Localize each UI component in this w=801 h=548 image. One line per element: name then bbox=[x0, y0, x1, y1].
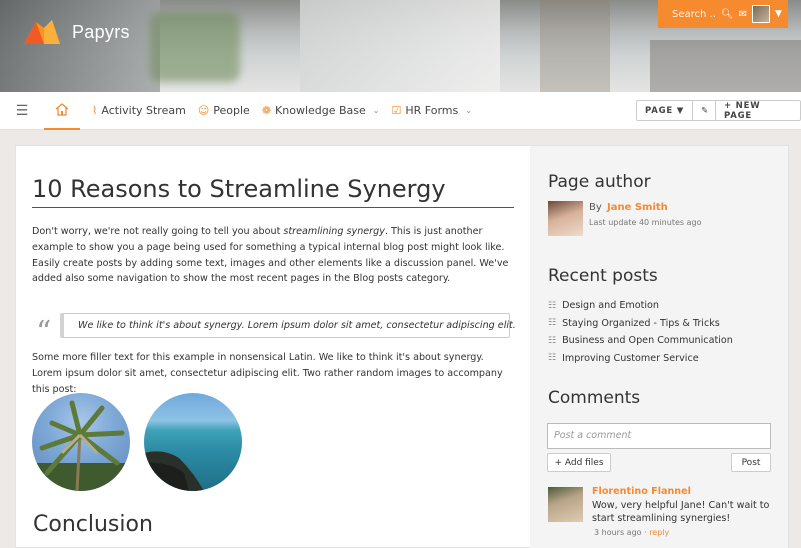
recent-post-item[interactable]: ☷ Design and Emotion bbox=[548, 297, 733, 315]
search-input[interactable]: Search .. bbox=[672, 9, 716, 20]
chevron-down-icon: ⌄ bbox=[465, 106, 472, 115]
nav-item-people[interactable]: ☺ People bbox=[198, 92, 250, 130]
brain-icon: ❁ bbox=[261, 104, 272, 117]
conclusion-heading: Conclusion bbox=[33, 512, 153, 537]
nav-item-hr-forms[interactable]: ☑ HR Forms ⌄ bbox=[392, 92, 472, 130]
user-toolbar: Search .. 🔍︎ ✉ ▼ bbox=[658, 0, 788, 28]
commenter-name[interactable]: Florentino Flannel bbox=[592, 486, 691, 497]
menu-icon[interactable]: ☰ bbox=[0, 103, 44, 119]
author-name-link[interactable]: Jane Smith bbox=[607, 202, 668, 213]
filler-paragraph: Some more filler text for this example i… bbox=[32, 352, 503, 395]
recent-post-item[interactable]: ☷ Improving Customer Service bbox=[548, 350, 733, 368]
chevron-down-icon: ⌄ bbox=[372, 106, 380, 115]
clipboard-icon: ☑ bbox=[391, 104, 402, 117]
comment-meta: 3 hours ago · reply bbox=[594, 528, 670, 537]
quote-icon: “ bbox=[36, 315, 52, 350]
recent-post-item[interactable]: ☷ Staying Organized - Tips & Tricks bbox=[548, 315, 733, 333]
document-icon: ☷ bbox=[548, 318, 557, 329]
add-files-button[interactable]: + Add files bbox=[547, 453, 611, 472]
author-byline: By Jane Smith bbox=[589, 202, 668, 213]
recent-posts-list: ☷ Design and Emotion ☷ Staying Organized -… bbox=[548, 297, 733, 367]
blockquote: We like to think it's about synergy. Lor… bbox=[60, 313, 516, 338]
avatar[interactable] bbox=[752, 5, 770, 23]
document-icon: ☷ bbox=[548, 335, 557, 346]
post-button[interactable]: Post bbox=[731, 453, 771, 472]
chevron-down-icon[interactable]: ▼ bbox=[775, 9, 782, 19]
pulse-icon: ⌇ bbox=[92, 104, 98, 117]
app-name: Papyrs bbox=[72, 21, 130, 42]
author-last-update: Last update 40 minutes ago bbox=[589, 218, 702, 227]
app-logo[interactable]: Papyrs bbox=[22, 16, 130, 48]
intro-paragraph: Don't worry, we're not really going to t… bbox=[32, 226, 509, 285]
comment-input[interactable]: Post a comment bbox=[547, 423, 771, 449]
home-icon bbox=[55, 103, 69, 116]
nav-item-activity-stream[interactable]: ⌇ Activity Stream bbox=[92, 92, 186, 130]
commenter-avatar[interactable] bbox=[548, 487, 583, 522]
edit-icon[interactable]: ✎ bbox=[693, 101, 717, 120]
author-heading: Page author bbox=[548, 172, 651, 192]
recent-post-item[interactable]: ☷ Business and Open Communication bbox=[548, 332, 733, 350]
author-avatar[interactable] bbox=[548, 201, 583, 236]
sea-image bbox=[144, 393, 242, 491]
reply-link[interactable]: reply bbox=[649, 528, 669, 537]
comment-text: Wow, very helpful Jane! Can't wait to st… bbox=[592, 500, 770, 524]
people-icon: ☺ bbox=[197, 104, 210, 117]
new-page-group: + NEW PAGE bbox=[715, 100, 801, 121]
document-icon: ☷ bbox=[548, 353, 557, 364]
palm-image bbox=[32, 393, 130, 491]
search-icon[interactable]: 🔍︎ bbox=[721, 9, 734, 20]
logo-icon bbox=[24, 20, 60, 44]
comments-heading: Comments bbox=[548, 388, 641, 408]
page-actions: PAGE ▼ ✎ bbox=[636, 100, 719, 121]
page-title: 10 Reasons to Streamline Synergy bbox=[32, 175, 514, 208]
nav-item-knowledge-base[interactable]: ❁ Knowledge Base ⌄ bbox=[262, 92, 380, 130]
recent-posts-heading: Recent posts bbox=[548, 266, 658, 286]
document-icon: ☷ bbox=[548, 300, 557, 311]
megaphone-icon[interactable]: ✉ bbox=[739, 9, 747, 20]
new-page-button[interactable]: + NEW PAGE bbox=[716, 101, 800, 121]
page-menu-button[interactable]: PAGE ▼ bbox=[637, 101, 692, 120]
home-tab[interactable] bbox=[44, 92, 80, 130]
